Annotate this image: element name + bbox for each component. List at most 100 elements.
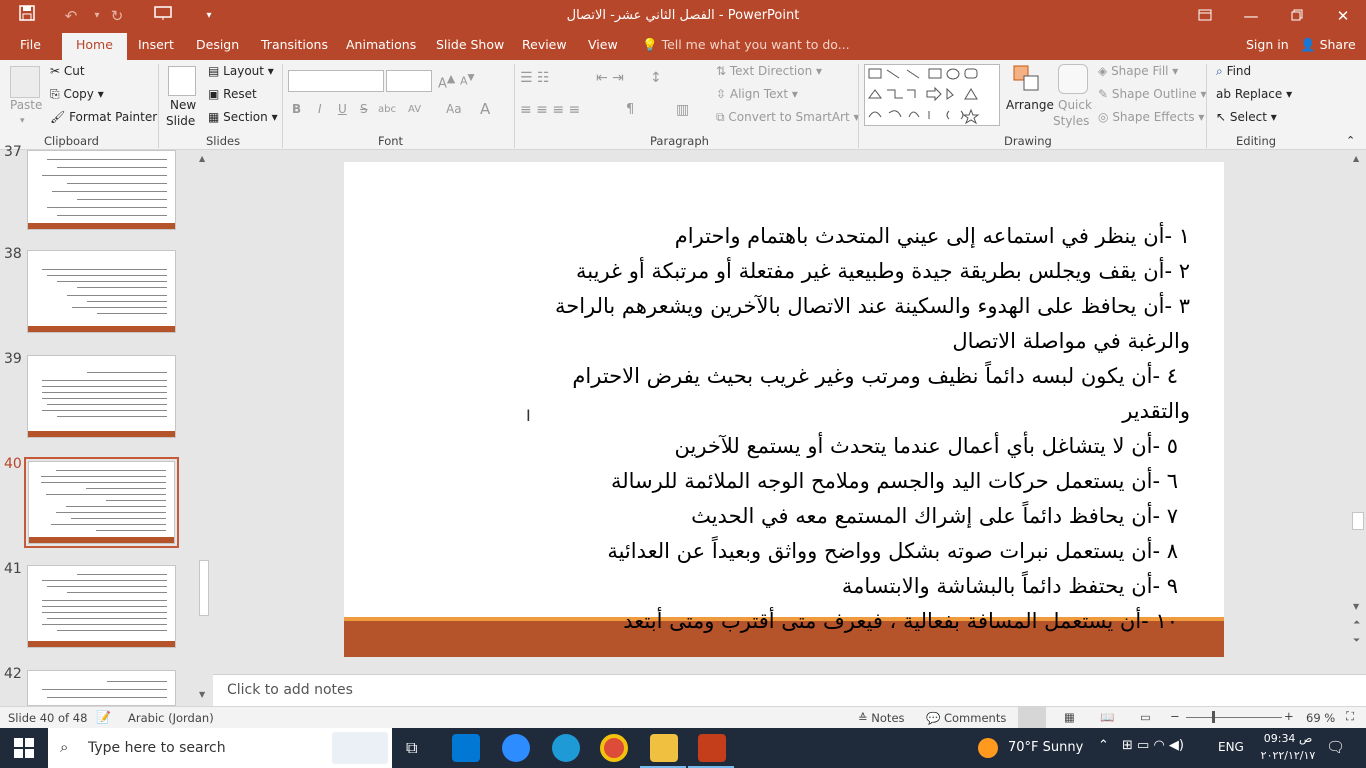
slide-text-line[interactable]: ٨ -أن يستعمل نبرات صوته بشكل وواضح وواثق… (607, 541, 1178, 562)
shapes-gallery[interactable] (864, 64, 1000, 126)
tab-insert[interactable]: Insert (138, 33, 174, 60)
spellcheck-icon[interactable]: 📝 (96, 710, 111, 724)
file-explorer-icon[interactable] (650, 734, 678, 762)
strike-button[interactable]: S (360, 102, 368, 116)
cut-button[interactable]: ✂ Cut (50, 64, 85, 78)
slide-text-line[interactable]: ٣ -أن يحافظ على الهدوء والسكينة عند الات… (555, 296, 1190, 317)
minimize-icon[interactable]: — (1228, 0, 1274, 33)
align-text-button[interactable]: ⇳ Align Text ▾ (716, 87, 798, 101)
slide-scrollbar[interactable]: ▲ ▼ ⏶ ⏷ (1350, 150, 1366, 674)
slide-thumbnail[interactable] (27, 250, 176, 333)
slide-canvas[interactable]: ١ -أن ينظر في استماعه إلى عيني المتحدث ب… (344, 162, 1224, 657)
slide-text-line[interactable]: ٤ -أن يكون لبسه دائماً نظيف ومرتب وغير غ… (572, 366, 1178, 387)
slide-thumbnail[interactable] (27, 150, 176, 230)
scroll-down-icon[interactable]: ▼ (199, 690, 205, 699)
notification-icon[interactable]: 🗨 (1326, 738, 1345, 756)
slide-text-line[interactable]: ٧ -أن يحافظ دائماً على إشراك المستمع معه… (691, 506, 1178, 527)
smartart-button[interactable]: ⧉ Convert to SmartArt ▾ (716, 110, 860, 125)
tab-home[interactable]: Home (62, 33, 127, 60)
prev-slide-icon[interactable]: ⏶ (1353, 618, 1360, 628)
slide-text-line[interactable]: ٥ -أن لا يتشاغل بأي أعمال عندما يتحدث أو… (675, 436, 1179, 457)
font-color-icon[interactable]: A (480, 100, 490, 118)
indent-icon[interactable]: ⇤ ⇥ (596, 70, 624, 86)
chevron-up-icon[interactable]: ⌃ (1098, 738, 1109, 753)
share-button[interactable]: 👤 Share (1300, 33, 1356, 60)
fit-slide-icon[interactable]: ⛶ (1346, 709, 1354, 724)
clock-time[interactable]: 09:34 ص (1256, 732, 1320, 745)
new-slide-button-2[interactable]: Slide (166, 114, 195, 128)
zoom-in-icon[interactable]: + (1284, 709, 1294, 723)
scroll-thumb[interactable] (199, 560, 209, 616)
powerpoint-icon[interactable] (698, 734, 726, 762)
shape-fill-button[interactable]: ◈ Shape Fill ▾ (1098, 64, 1178, 78)
slide-text-line[interactable]: والرغبة في مواصلة الاتصال (952, 331, 1190, 352)
align-icons[interactable]: ≡ ≡ ≡ ≡ (520, 102, 580, 118)
scroll-down-icon[interactable]: ▼ (1353, 602, 1359, 611)
layout-button[interactable]: ▤ Layout ▾ (208, 64, 274, 78)
slide-text-line[interactable]: والتقدير (1122, 401, 1190, 422)
scroll-up-icon[interactable]: ▲ (1353, 154, 1359, 163)
edge-icon[interactable] (552, 734, 580, 762)
chrome-icon[interactable] (600, 734, 628, 762)
section-button[interactable]: ▦ Section ▾ (208, 110, 278, 124)
slide-sorter-icon[interactable]: ▦ (1064, 710, 1075, 724)
italic-button[interactable]: I (318, 102, 322, 116)
zoom-level[interactable]: 69 % (1306, 711, 1335, 725)
font-name-input[interactable] (288, 70, 384, 92)
weather-text[interactable]: 70°F Sunny (1008, 740, 1083, 755)
font-size-input[interactable] (386, 70, 432, 92)
windows-start-icon[interactable] (14, 738, 34, 761)
zoom-slider[interactable] (1186, 717, 1282, 718)
copy-button[interactable]: ⎘ Copy ▾ (50, 87, 104, 102)
slideshow-icon[interactable]: ▭ (1140, 710, 1151, 724)
reading-view-icon[interactable]: 📖 (1100, 710, 1114, 724)
language-indicator[interactable]: Arabic (Jordan) (128, 711, 214, 725)
comments-button[interactable]: 💬 Comments (926, 711, 1006, 725)
slide-thumbnail[interactable] (27, 355, 176, 438)
tellme-box[interactable]: 💡 Tell me what you want to do... (642, 33, 850, 60)
spacing-button[interactable]: AV (408, 104, 421, 115)
reset-button[interactable]: ▣ Reset (208, 87, 257, 101)
line-spacing-icon[interactable]: ↕ (650, 70, 662, 86)
select-button[interactable]: ↖ Select ▾ (1216, 110, 1277, 124)
next-slide-icon[interactable]: ⏷ (1353, 636, 1360, 646)
store-icon[interactable] (452, 734, 480, 762)
find-button[interactable]: ⌕ Find (1216, 64, 1251, 79)
normal-view-icon[interactable] (1018, 707, 1046, 728)
tray-icons[interactable]: ⊞ ▭ ◠ ◀) (1122, 738, 1184, 753)
tab-slide-show[interactable]: Slide Show (436, 33, 504, 60)
zoom-out-icon[interactable]: − (1170, 709, 1180, 723)
slide-text-line[interactable]: ٢ -أن يقف ويجلس بطريقة جيدة وطبيعية غير … (576, 261, 1190, 282)
slide-thumbnail-selected[interactable] (28, 461, 175, 544)
text-direction-button[interactable]: ⇅ Text Direction ▾ (716, 64, 822, 78)
tab-transitions[interactable]: Transitions (261, 33, 328, 60)
language-switch[interactable]: ENG (1218, 740, 1244, 754)
shadow-button[interactable]: abc (378, 104, 396, 115)
scroll-thumb[interactable] (1352, 512, 1364, 530)
notes-pane[interactable]: Click to add notes (213, 674, 1366, 706)
zoom-slider-thumb[interactable] (1212, 711, 1215, 723)
paste-button[interactable]: Paste (10, 98, 42, 112)
slide-thumbnail[interactable] (27, 565, 176, 648)
restore-icon[interactable] (1274, 0, 1320, 33)
taskbar-search[interactable]: ⌕ Type here to search (48, 728, 392, 768)
shape-effects-button[interactable]: ◎ Shape Effects ▾ (1098, 110, 1204, 124)
grow-font-icon[interactable]: A▲ (438, 72, 455, 91)
case-button[interactable]: Aa (446, 102, 462, 116)
tab-review[interactable]: Review (522, 33, 567, 60)
collapse-ribbon-icon[interactable]: ⌃ (1346, 134, 1355, 147)
signin-link[interactable]: Sign in (1246, 33, 1289, 60)
tab-view[interactable]: View (588, 33, 618, 60)
thumbnail-scrollbar[interactable]: ▲ ▼ (196, 150, 211, 706)
shape-outline-button[interactable]: ✎ Shape Outline ▾ (1098, 87, 1207, 101)
format-painter-button[interactable]: 🖌 Format Painter (50, 110, 157, 124)
slide-text-line[interactable]: ١ -أن ينظر في استماعه إلى عيني المتحدث ب… (675, 226, 1190, 247)
replace-button[interactable]: ab Replace ▾ (1216, 87, 1292, 101)
scroll-up-icon[interactable]: ▲ (199, 154, 205, 163)
shrink-font-icon[interactable]: A▼ (460, 72, 475, 88)
bullets-icon[interactable]: ☰ ☷ (520, 70, 550, 86)
quick-styles-button[interactable]: Quick (1058, 98, 1092, 112)
clock-date[interactable]: ٢٠٢٢/١٢/١٧ (1256, 749, 1320, 762)
slide-text-line[interactable]: ١٠ -أن يستعمل المسافة بفعالية ، فيعرف مت… (623, 611, 1178, 632)
close-icon[interactable]: ✕ (1320, 0, 1366, 33)
